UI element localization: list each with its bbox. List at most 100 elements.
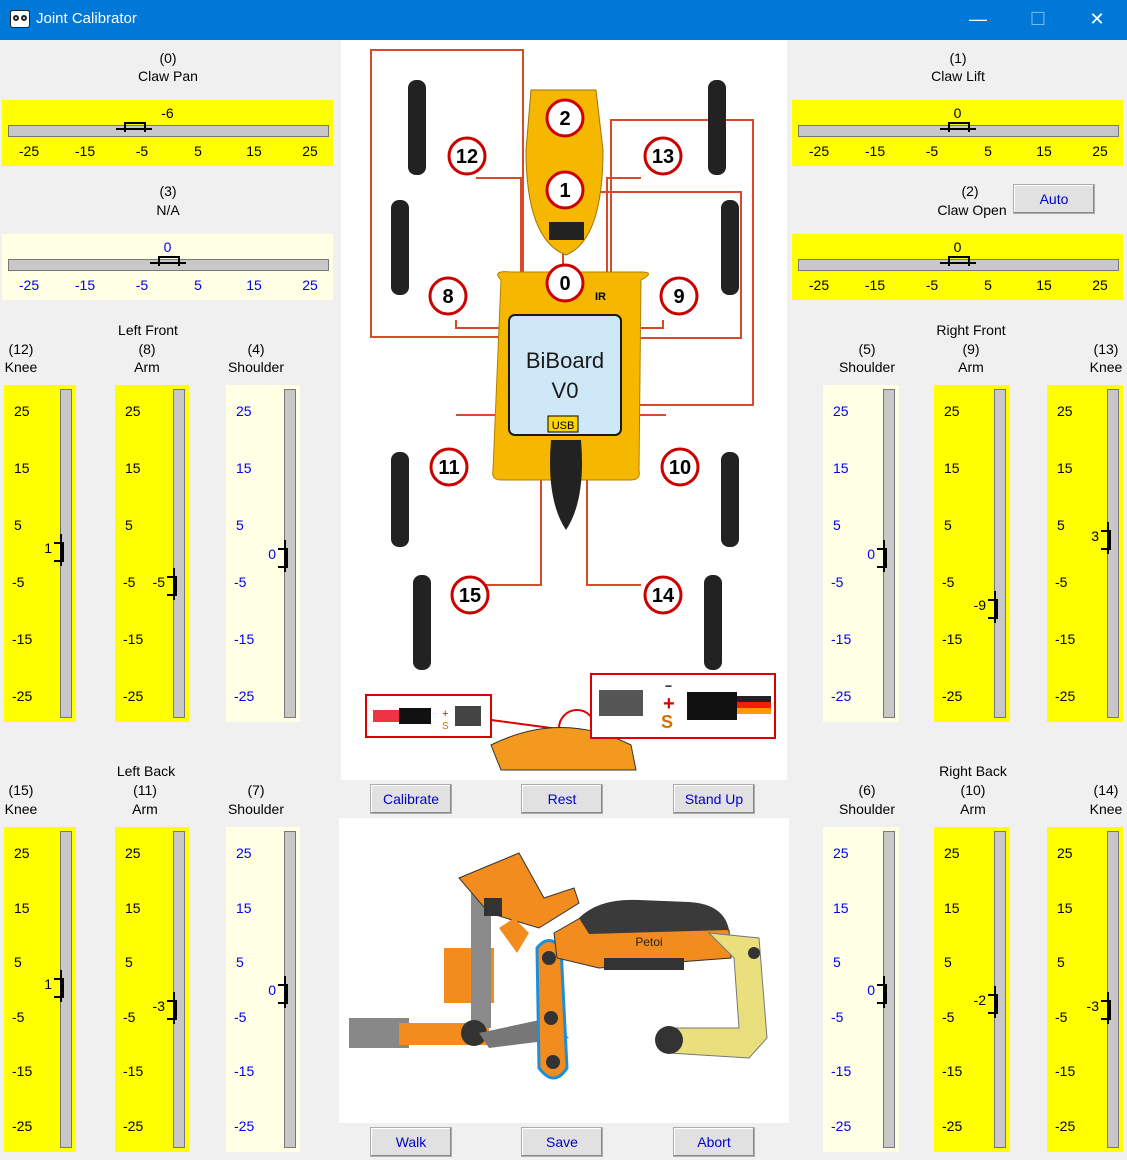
- lb-shoulder-label: Shoulder: [227, 801, 285, 817]
- na-slider[interactable]: 0 -25 -15 -5 5 15 25: [2, 234, 333, 300]
- tick-label: 15: [1057, 899, 1073, 916]
- slider-thumb[interactable]: [940, 256, 976, 270]
- lb-knee-slider[interactable]: 25 15 5 -5 -15 -25 1: [4, 827, 76, 1152]
- tick-label: 15: [944, 460, 960, 476]
- slider-thumb[interactable]: [940, 122, 976, 136]
- slider-thumb[interactable]: [116, 122, 152, 136]
- rf-arm-slider[interactable]: 25 15 5 -5 -15 -25 -9: [934, 385, 1010, 722]
- minimize-button[interactable]: —: [948, 0, 1008, 40]
- tick-label: -25: [942, 688, 963, 704]
- rb-arm-slider[interactable]: 25 15 5 -5 -15 -25 -2: [934, 827, 1010, 1152]
- board-version: V0: [552, 378, 579, 403]
- calibrate-button[interactable]: Calibrate: [370, 784, 452, 814]
- tick-label: -5: [234, 574, 247, 590]
- lb-shoulder-index: (7): [247, 782, 265, 798]
- claw-lift-value: 0: [953, 105, 962, 121]
- abort-button[interactable]: Abort: [673, 1127, 755, 1157]
- claw-lift-slider[interactable]: 0 -25 -15 -5 5 15 25: [792, 100, 1123, 166]
- tick-label: -25: [18, 143, 40, 159]
- rf-arm-index: (9): [962, 341, 980, 357]
- slider-thumb[interactable]: [877, 539, 891, 572]
- lf-arm-slider[interactable]: 25 15 5 -5 -15 -25 -5: [115, 385, 189, 722]
- lb-arm-value: -3: [152, 997, 165, 1014]
- tick-label: 15: [125, 460, 141, 476]
- lf-knee-value: 1: [44, 539, 52, 556]
- claw-open-label: Claw Open: [937, 202, 1007, 218]
- tick-label: 5: [984, 143, 992, 159]
- rb-knee-slider[interactable]: 25 15 5 -5 -15 -25 -3: [1047, 827, 1123, 1152]
- lf-shoulder-slider[interactable]: 25 15 5 -5 -15 -25 0: [226, 385, 300, 722]
- tick-label: -25: [18, 277, 40, 293]
- svg-text:+: +: [442, 708, 448, 720]
- tick-label: 25: [236, 845, 252, 861]
- rf-shoulder-slider[interactable]: 25 15 5 -5 -15 -25 0: [823, 385, 899, 722]
- slider-track[interactable]: [1107, 831, 1119, 1148]
- tick-label: 5: [944, 517, 952, 533]
- slider-thumb[interactable]: [54, 533, 68, 566]
- svg-text:2: 2: [559, 108, 570, 130]
- slider-thumb[interactable]: [167, 568, 181, 600]
- slider-thumb[interactable]: [278, 975, 292, 1008]
- ir-label: IR: [595, 291, 606, 303]
- walk-button[interactable]: Walk: [370, 1127, 452, 1157]
- robot-side-view-image: Petoi: [339, 818, 789, 1123]
- petoi-brand-text: Petoi: [635, 935, 662, 949]
- claw-lift-index: (1): [949, 50, 967, 66]
- claw-pan-slider[interactable]: -6 -25 -15 -5 5 15 25: [2, 100, 333, 166]
- claw-pan-label: Claw Pan: [138, 68, 198, 84]
- rb-shoulder-slider[interactable]: 25 15 5 -5 -15 -25 0: [823, 827, 899, 1152]
- auto-button[interactable]: Auto: [1013, 184, 1095, 214]
- close-button[interactable]: ✕: [1067, 0, 1127, 40]
- tick-label: 15: [1036, 143, 1052, 159]
- rb-arm-value: -2: [973, 992, 986, 1009]
- tick-label: -15: [12, 631, 33, 647]
- slider-thumb[interactable]: [1101, 522, 1115, 555]
- slider-thumb[interactable]: [988, 590, 1002, 623]
- rest-button[interactable]: Rest: [521, 784, 603, 814]
- lb-shoulder-slider[interactable]: 25 15 5 -5 -15 -25 0: [226, 827, 300, 1152]
- tick-label: -25: [12, 1118, 33, 1134]
- slider-track[interactable]: [173, 389, 185, 718]
- slider-thumb[interactable]: [877, 975, 891, 1008]
- tick-label: -15: [864, 277, 886, 293]
- slider-thumb[interactable]: [988, 986, 1002, 1019]
- save-button[interactable]: Save: [521, 1127, 603, 1157]
- servo-12-marker: 12: [447, 136, 487, 176]
- tick-label: 5: [944, 954, 952, 971]
- tick-label: 5: [125, 954, 133, 971]
- claw-open-slider[interactable]: 0 -25 -15 -5 5 15 25: [792, 234, 1123, 300]
- lb-arm-slider[interactable]: 25 15 5 -5 -15 -25 -3: [115, 827, 189, 1152]
- servo-9-marker: 9: [659, 276, 699, 316]
- stand-up-button[interactable]: Stand Up: [673, 784, 755, 814]
- rb-arm-index: (10): [960, 782, 986, 798]
- slider-track[interactable]: [994, 389, 1006, 718]
- tick-label: 15: [14, 899, 30, 916]
- slider-thumb[interactable]: [278, 539, 292, 572]
- tick-label: -15: [831, 631, 852, 647]
- tick-label: -25: [831, 1118, 852, 1134]
- lf-knee-slider[interactable]: 25 15 5 -5 -15 -25 1: [4, 385, 76, 722]
- rf-knee-slider[interactable]: 25 15 5 -5 -15 -25 3: [1047, 385, 1123, 722]
- tick-label: -15: [942, 631, 963, 647]
- tick-label: -15: [864, 143, 886, 159]
- lb-knee-index: (15): [8, 782, 34, 798]
- tick-label: -5: [135, 143, 149, 159]
- slider-thumb[interactable]: [54, 970, 68, 1003]
- svg-text:−: −: [665, 679, 672, 693]
- slider-track[interactable]: [173, 831, 185, 1148]
- na-value: 0: [163, 239, 172, 255]
- slider-thumb[interactable]: [150, 256, 186, 270]
- servo-14-marker: 14: [643, 575, 683, 615]
- maximize-button[interactable]: ☐: [1008, 0, 1068, 40]
- servo-11-marker: 11: [429, 447, 469, 487]
- tick-label: 25: [125, 403, 141, 419]
- svg-text:S: S: [442, 721, 449, 732]
- slider-track[interactable]: [8, 125, 329, 137]
- claw-pan-value: -6: [161, 105, 174, 121]
- slider-thumb[interactable]: [1101, 991, 1115, 1024]
- slider-thumb[interactable]: [167, 991, 181, 1024]
- rf-knee-label: Knee: [1089, 359, 1123, 375]
- tick-label: 5: [194, 277, 202, 293]
- servo-wiring-diagram: BiBoard V0 USB IR 2 1 0 12 13 8 9 11 10 …: [341, 40, 787, 780]
- rf-arm-label: Arm: [958, 359, 984, 375]
